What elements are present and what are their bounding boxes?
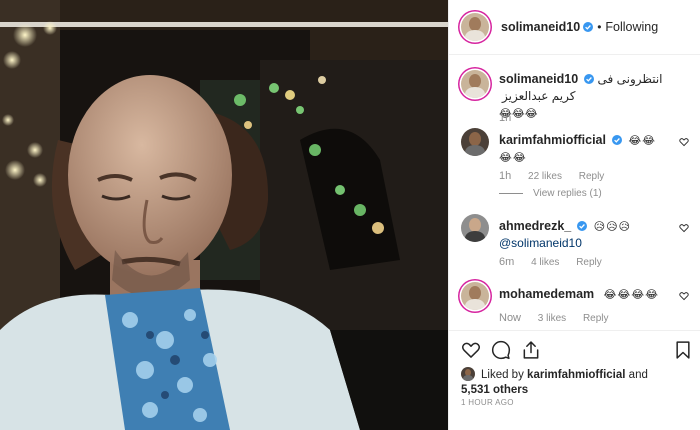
bookmark-icon[interactable] xyxy=(673,340,693,360)
verified-icon xyxy=(611,135,622,145)
comment-time: 6m xyxy=(499,256,515,268)
comment-time: 1h xyxy=(499,170,512,182)
comment-mention[interactable]: @solimaneid10 xyxy=(499,236,582,250)
comment-likes[interactable]: 22 likes xyxy=(528,171,562,182)
post-sidebar: solimaneid10 • Following solimaneid10 انتظ… xyxy=(448,0,700,430)
heart-icon[interactable] xyxy=(461,340,481,360)
commenter-avatar[interactable] xyxy=(461,282,489,310)
post-header: solimaneid10 • Following xyxy=(449,0,700,55)
commenter-avatar[interactable] xyxy=(461,128,489,156)
comment-meta: Now 3 likes Reply xyxy=(499,312,623,324)
likes-summary: Liked by karimfahmiofficial and 5,531 ot… xyxy=(461,367,691,398)
caption-avatar[interactable] xyxy=(461,70,489,98)
comment-item: mohamedemam 😂😂😂😂 Now 3 likes Reply xyxy=(461,282,697,330)
separator-dot: • xyxy=(597,20,602,34)
comment-text: 😂😂😂😂 xyxy=(603,288,659,301)
author-avatar[interactable] xyxy=(461,13,489,41)
liker-username[interactable]: karimfahmiofficial xyxy=(527,369,625,381)
small-heart-icon[interactable] xyxy=(679,137,689,147)
likes-count[interactable]: 5,531 others xyxy=(461,384,528,396)
comment-time: Now xyxy=(499,312,522,324)
post-actions: Liked by karimfahmiofficial and 5,531 ot… xyxy=(449,330,700,430)
commenter-username[interactable]: mohamedemam xyxy=(499,287,594,301)
share-icon[interactable] xyxy=(521,340,541,360)
following-button[interactable]: Following xyxy=(605,20,658,34)
likes-prefix: Liked by xyxy=(481,369,524,381)
small-heart-icon[interactable] xyxy=(679,291,689,301)
view-replies-label[interactable]: View replies (1) xyxy=(533,188,602,199)
comment-likes[interactable]: 3 likes xyxy=(538,313,566,324)
commenter-username[interactable]: ahmedrezk_ xyxy=(499,219,571,233)
comment-likes[interactable]: 4 likes xyxy=(531,257,559,268)
author-username[interactable]: solimaneid10 xyxy=(501,20,580,34)
verified-icon xyxy=(584,74,595,84)
comment-icon[interactable] xyxy=(491,340,511,360)
post-timestamp[interactable]: 1 HOUR AGO xyxy=(461,398,514,407)
comment-item: ahmedrezk_ 😥😥😥 @solimaneid10 6m 4 likes … xyxy=(461,214,697,274)
comments-list[interactable]: solimaneid10 انتظرونى فى كريم عبدالعزيز … xyxy=(449,56,700,330)
verified-icon xyxy=(577,221,588,231)
small-heart-icon[interactable] xyxy=(679,223,689,233)
comment-meta: 1h 22 likes Reply xyxy=(499,170,618,182)
caption-time: 1h xyxy=(499,112,512,124)
post-image-drawing xyxy=(0,0,448,430)
likes-and: and xyxy=(628,369,648,381)
commenter-username[interactable]: karimfahmiofficial xyxy=(499,133,606,147)
comment-item: karimfahmiofficial 😂😂😂😂 1h 22 likes Repl… xyxy=(461,128,697,208)
reply-button[interactable]: Reply xyxy=(576,257,602,268)
post-image[interactable] xyxy=(0,0,448,430)
comment-emoji: 😥😥😥 xyxy=(593,220,632,233)
caption-username[interactable]: solimaneid10 xyxy=(499,72,578,86)
view-replies[interactable]: View replies (1) xyxy=(499,188,602,199)
replies-line xyxy=(499,193,523,194)
commenter-avatar[interactable] xyxy=(461,214,489,242)
reply-button[interactable]: Reply xyxy=(579,171,605,182)
reply-button[interactable]: Reply xyxy=(583,313,609,324)
verified-icon xyxy=(583,22,594,32)
caption-meta: 1h xyxy=(499,112,525,124)
liker-avatar xyxy=(461,367,475,381)
comment-meta: 6m 4 likes Reply xyxy=(499,256,616,268)
